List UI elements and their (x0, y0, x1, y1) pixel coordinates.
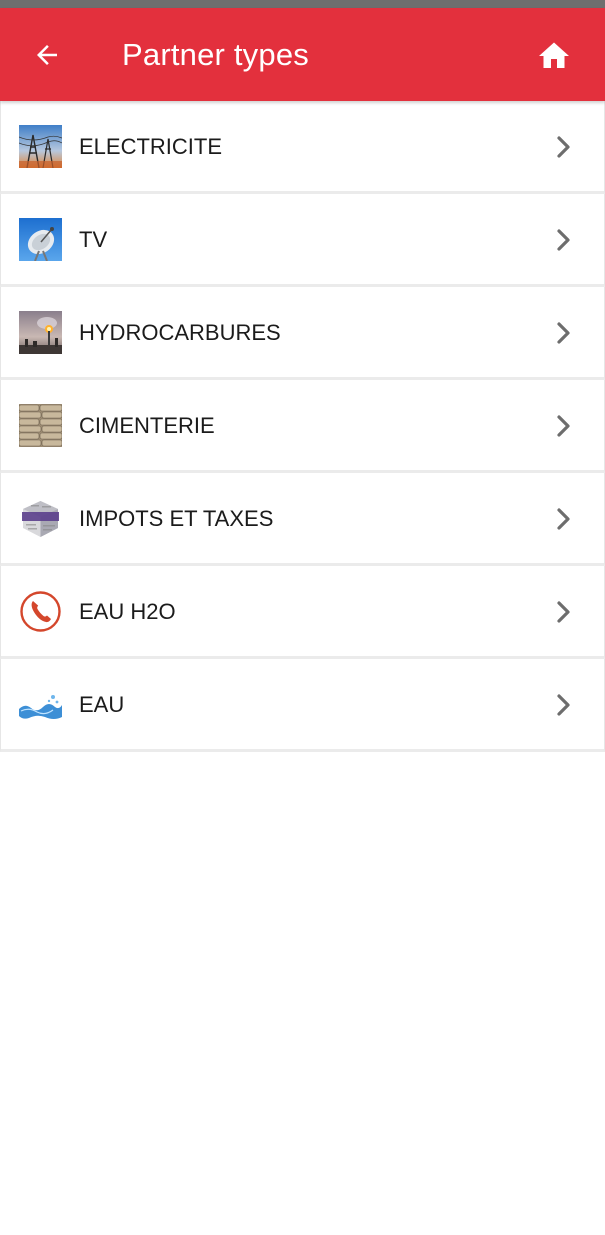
cement-bags-thumbnail (19, 404, 62, 447)
list-item-label: EAU (79, 692, 125, 717)
home-icon (539, 42, 569, 68)
list-item-label: ELECTRICITE (79, 134, 223, 159)
list-item-eau[interactable]: EAU (0, 659, 605, 752)
chevron-right-icon (557, 508, 570, 530)
chevron-right-icon (557, 415, 570, 437)
list-item-label: IMPOTS ET TAXES (79, 506, 274, 531)
list-item-label: CIMENTERIE (79, 413, 215, 438)
app-bar: Partner types (0, 8, 605, 101)
refinery-flare-thumbnail (19, 311, 62, 354)
status-bar (0, 0, 605, 8)
list-item-cimenterie[interactable]: CIMENTERIE (0, 380, 605, 473)
impots-cube-thumbnail (19, 497, 62, 540)
chevron-right-icon (557, 601, 570, 623)
list-item-label: EAU H2O (79, 599, 176, 624)
list-item-label: TV (79, 227, 108, 252)
phone-circle-thumbnail (19, 590, 62, 633)
list-item-hydrocarbures[interactable]: HYDROCARBURES (0, 287, 605, 380)
page-title: Partner types (122, 37, 309, 72)
chevron-right-icon (557, 322, 570, 344)
list-item-impots-et-taxes[interactable]: IMPOTS ET TAXES (0, 473, 605, 566)
arrow-left-icon (37, 45, 57, 65)
chevron-right-icon (557, 694, 570, 716)
chevron-right-icon (557, 136, 570, 158)
list-item-electricite[interactable]: ELECTRICITE (0, 101, 605, 194)
chevron-right-icon (557, 229, 570, 251)
home-button[interactable] (535, 37, 573, 75)
satellite-dish-thumbnail (19, 218, 62, 261)
back-button[interactable] (28, 36, 66, 74)
power-lines-thumbnail (19, 125, 62, 168)
water-splash-thumbnail (19, 683, 62, 726)
list-item-eau-h2o[interactable]: EAU H2O (0, 566, 605, 659)
list-item-tv[interactable]: TV (0, 194, 605, 287)
partner-type-list: ELECTRICITE TV HYDROCARBURES CIMENTERIE … (0, 101, 605, 752)
list-item-label: HYDROCARBURES (79, 320, 281, 345)
